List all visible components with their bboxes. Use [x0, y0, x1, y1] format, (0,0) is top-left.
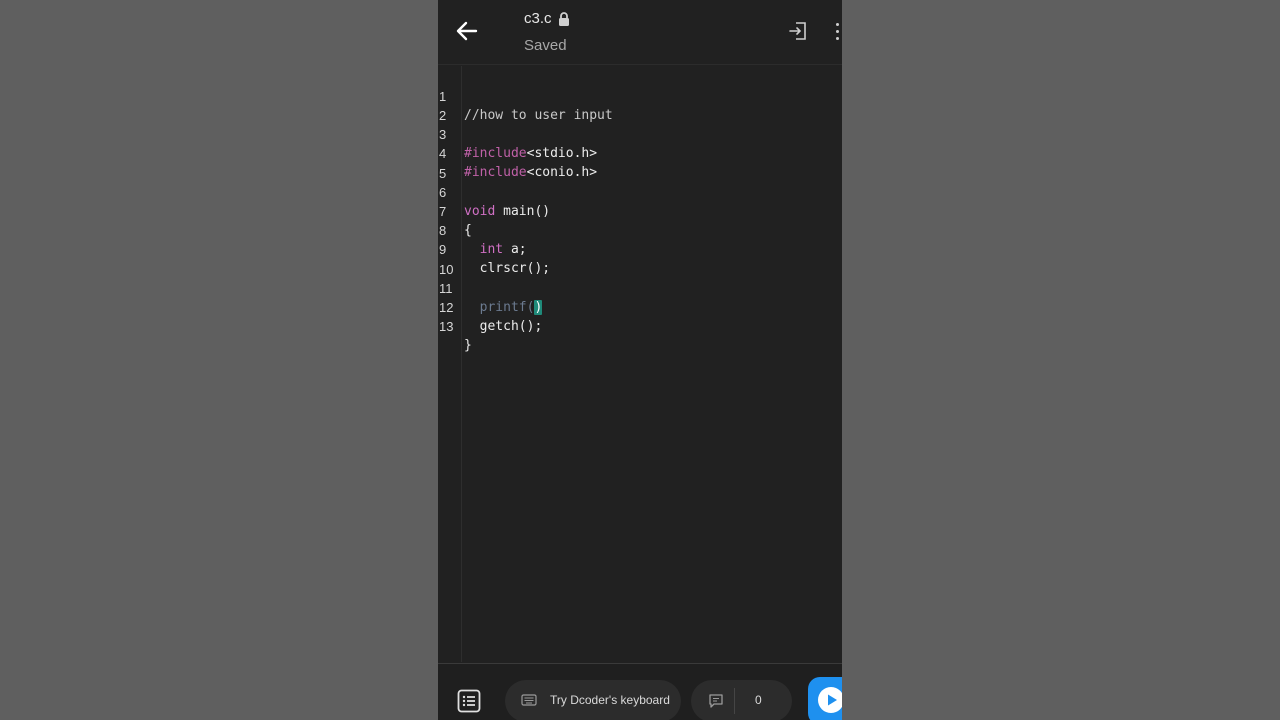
code-line[interactable]: 9 clrscr();: [438, 221, 842, 276]
lock-icon: [558, 11, 569, 26]
exit-icon: [789, 22, 806, 40]
keyboard-label: Try Dcoder's keyboard: [550, 693, 670, 707]
file-name: c3.c: [524, 10, 552, 27]
line-number: 13: [439, 319, 454, 334]
exit-button[interactable]: [786, 18, 810, 44]
keyboard-icon: [521, 694, 537, 706]
save-status: Saved: [524, 37, 567, 54]
more-options-button[interactable]: [834, 20, 842, 42]
code-line[interactable]: 4 #include<conio.h>: [438, 125, 842, 180]
list-icon: [457, 689, 481, 713]
editor-screen: c3.c Saved 1 //how to user input 2 3 #in…: [438, 0, 842, 720]
code-line[interactable]: 12 getch();: [438, 279, 842, 334]
code-line[interactable]: 10: [438, 241, 842, 277]
back-button[interactable]: [452, 16, 482, 46]
code-line[interactable]: 7 {: [438, 183, 842, 238]
comment-icon: [709, 694, 723, 708]
comment-count: 0: [755, 693, 762, 707]
divider: [734, 688, 735, 714]
top-app-bar: c3.c Saved: [438, 0, 842, 65]
comments-button[interactable]: 0: [691, 680, 792, 720]
run-button[interactable]: [808, 677, 842, 720]
play-icon: [818, 687, 842, 713]
code-line[interactable]: 3 #include<stdio.h>: [438, 106, 842, 161]
try-keyboard-button[interactable]: Try Dcoder's keyboard: [505, 680, 681, 720]
code-line[interactable]: 2: [438, 87, 842, 123]
code-line[interactable]: 11 printf(): [438, 260, 842, 315]
arrow-left-icon: [456, 21, 478, 41]
bottom-toolbar: Try Dcoder's keyboard 0: [438, 663, 842, 720]
code-line[interactable]: 1 //how to user input: [438, 68, 842, 123]
code-line[interactable]: 8 int a;: [438, 202, 842, 257]
code-text: }: [464, 338, 472, 353]
more-vertical-icon: [836, 23, 839, 26]
outline-button[interactable]: [457, 689, 481, 713]
code-line[interactable]: 6 void main(): [438, 164, 842, 219]
file-title[interactable]: c3.c: [524, 10, 570, 27]
code-line[interactable]: 13 }: [438, 298, 842, 353]
code-line[interactable]: 5: [438, 145, 842, 181]
code-editor[interactable]: 1 //how to user input 2 3 #include<stdio…: [438, 66, 842, 662]
